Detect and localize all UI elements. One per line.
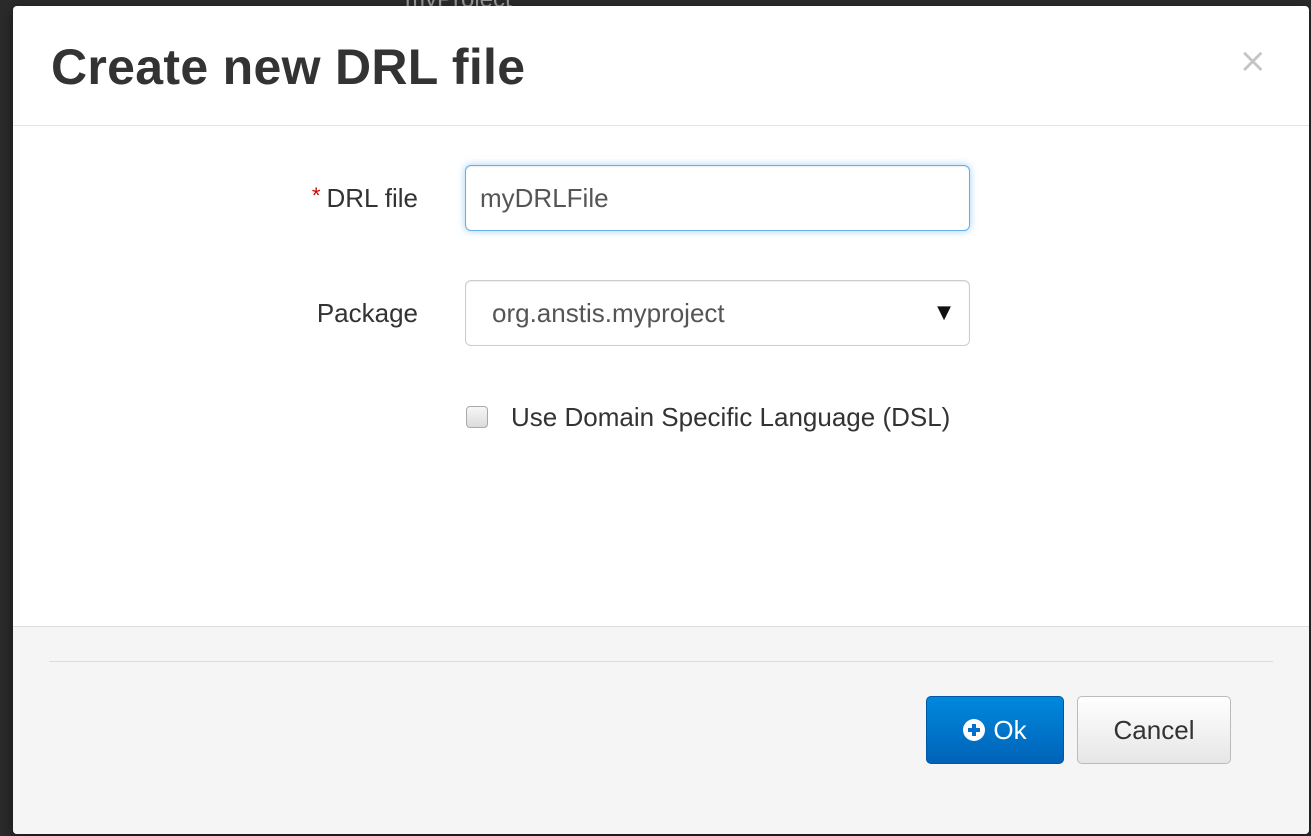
cancel-button-label: Cancel [1113,714,1195,745]
dsl-checkbox[interactable] [466,406,488,428]
dialog-footer: Ok Cancel [13,626,1309,834]
drl-file-label: * DRL file [118,183,418,214]
package-label: Package [316,298,418,328]
dsl-checkbox-label[interactable]: Use Domain Specific Language (DSL) [511,402,950,433]
drl-file-input[interactable] [465,165,970,231]
required-marker: * [311,183,321,208]
ok-button-label: Ok [993,714,1027,745]
drl-file-label-text: DRL file [326,183,418,213]
dialog-title: Create new DRL file [51,39,526,95]
ok-button[interactable]: Ok [926,696,1064,764]
close-icon[interactable]: × [1239,44,1268,78]
dialog-header: Create new DRL file × [13,6,1309,126]
package-select[interactable]: org.anstis.myproject ▼ [465,280,970,346]
package-selected-value: org.anstis.myproject [492,298,725,328]
footer-divider [49,661,1273,662]
caret-down-icon: ▼ [937,302,951,323]
create-drl-dialog: Create new DRL file × *DRL file Package … [13,6,1309,834]
dialog-body: *DRL file Package org.anstis.myproject ▼… [13,126,1309,626]
cancel-button[interactable]: Cancel [1077,696,1231,764]
plus-circle-icon [963,719,986,741]
